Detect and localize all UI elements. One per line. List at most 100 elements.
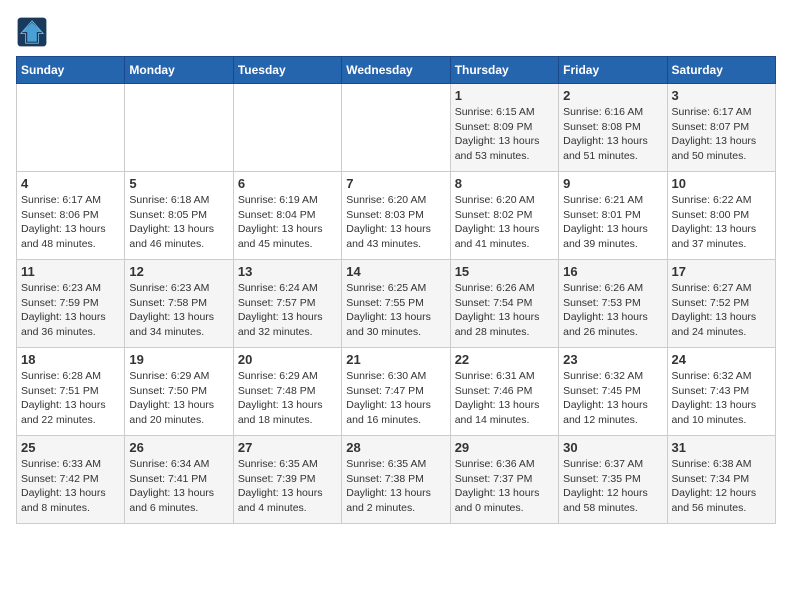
weekday-header: Tuesday (233, 57, 341, 84)
day-number: 27 (238, 440, 337, 455)
day-number: 31 (672, 440, 771, 455)
calendar-cell: 2 Sunrise: 6:16 AM Sunset: 8:08 PM Daylig… (559, 84, 667, 172)
calendar-cell: 31 Sunrise: 6:38 AM Sunset: 7:34 PM Dayli… (667, 436, 775, 524)
calendar-table: SundayMondayTuesdayWednesdayThursdayFrid… (16, 56, 776, 524)
day-info: Sunrise: 6:31 AM Sunset: 7:46 PM Dayligh… (455, 369, 554, 428)
day-info: Sunrise: 6:24 AM Sunset: 7:57 PM Dayligh… (238, 281, 337, 340)
day-number: 7 (346, 176, 445, 191)
day-info: Sunrise: 6:22 AM Sunset: 8:00 PM Dayligh… (672, 193, 771, 252)
day-info: Sunrise: 6:32 AM Sunset: 7:45 PM Dayligh… (563, 369, 662, 428)
calendar-cell: 6 Sunrise: 6:19 AM Sunset: 8:04 PM Daylig… (233, 172, 341, 260)
weekday-header: Thursday (450, 57, 558, 84)
day-info: Sunrise: 6:20 AM Sunset: 8:03 PM Dayligh… (346, 193, 445, 252)
day-info: Sunrise: 6:29 AM Sunset: 7:48 PM Dayligh… (238, 369, 337, 428)
calendar-cell (17, 84, 125, 172)
day-number: 1 (455, 88, 554, 103)
calendar-cell: 14Sunrise: 6:25 AM Sunset: 7:55 PM Dayli… (342, 260, 450, 348)
calendar-cell: 11Sunrise: 6:23 AM Sunset: 7:59 PM Dayli… (17, 260, 125, 348)
weekday-header: Wednesday (342, 57, 450, 84)
calendar-cell: 8 Sunrise: 6:20 AM Sunset: 8:02 PM Daylig… (450, 172, 558, 260)
day-info: Sunrise: 6:36 AM Sunset: 7:37 PM Dayligh… (455, 457, 554, 516)
day-number: 17 (672, 264, 771, 279)
day-info: Sunrise: 6:27 AM Sunset: 7:52 PM Dayligh… (672, 281, 771, 340)
day-number: 21 (346, 352, 445, 367)
day-info: Sunrise: 6:28 AM Sunset: 7:51 PM Dayligh… (21, 369, 120, 428)
weekday-header: Sunday (17, 57, 125, 84)
calendar-cell: 24 Sunrise: 6:32 AM Sunset: 7:43 PM Dayli… (667, 348, 775, 436)
calendar-cell: 29 Sunrise: 6:36 AM Sunset: 7:37 PM Dayli… (450, 436, 558, 524)
weekday-header: Saturday (667, 57, 775, 84)
day-info: Sunrise: 6:29 AM Sunset: 7:50 PM Dayligh… (129, 369, 228, 428)
day-number: 25 (21, 440, 120, 455)
day-info: Sunrise: 6:35 AM Sunset: 7:38 PM Dayligh… (346, 457, 445, 516)
day-info: Sunrise: 6:17 AM Sunset: 8:07 PM Dayligh… (672, 105, 771, 164)
calendar-cell: 27 Sunrise: 6:35 AM Sunset: 7:39 PM Dayli… (233, 436, 341, 524)
day-number: 2 (563, 88, 662, 103)
calendar-cell: 4 Sunrise: 6:17 AM Sunset: 8:06 PM Daylig… (17, 172, 125, 260)
calendar-cell: 17 Sunrise: 6:27 AM Sunset: 7:52 PM Dayli… (667, 260, 775, 348)
calendar-cell: 15 Sunrise: 6:26 AM Sunset: 7:54 PM Dayli… (450, 260, 558, 348)
calendar-week-row: 25 Sunrise: 6:33 AM Sunset: 7:42 PM Dayli… (17, 436, 776, 524)
day-number: 4 (21, 176, 120, 191)
day-info: Sunrise: 6:19 AM Sunset: 8:04 PM Dayligh… (238, 193, 337, 252)
day-info: Sunrise: 6:16 AM Sunset: 8:08 PM Dayligh… (563, 105, 662, 164)
day-number: 26 (129, 440, 228, 455)
calendar-week-row: 11Sunrise: 6:23 AM Sunset: 7:59 PM Dayli… (17, 260, 776, 348)
day-number: 19 (129, 352, 228, 367)
calendar-cell: 26 Sunrise: 6:34 AM Sunset: 7:41 PM Dayli… (125, 436, 233, 524)
day-info: Sunrise: 6:33 AM Sunset: 7:42 PM Dayligh… (21, 457, 120, 516)
day-info: Sunrise: 6:26 AM Sunset: 7:53 PM Dayligh… (563, 281, 662, 340)
calendar-cell: 19 Sunrise: 6:29 AM Sunset: 7:50 PM Dayli… (125, 348, 233, 436)
day-info: Sunrise: 6:17 AM Sunset: 8:06 PM Dayligh… (21, 193, 120, 252)
day-info: Sunrise: 6:23 AM Sunset: 7:59 PM Dayligh… (21, 281, 120, 340)
day-number: 3 (672, 88, 771, 103)
calendar-cell: 12 Sunrise: 6:23 AM Sunset: 7:58 PM Dayli… (125, 260, 233, 348)
day-info: Sunrise: 6:20 AM Sunset: 8:02 PM Dayligh… (455, 193, 554, 252)
calendar-week-row: 1 Sunrise: 6:15 AM Sunset: 8:09 PM Daylig… (17, 84, 776, 172)
calendar-cell: 18 Sunrise: 6:28 AM Sunset: 7:51 PM Dayli… (17, 348, 125, 436)
calendar-cell: 25 Sunrise: 6:33 AM Sunset: 7:42 PM Dayli… (17, 436, 125, 524)
day-number: 15 (455, 264, 554, 279)
day-info: Sunrise: 6:18 AM Sunset: 8:05 PM Dayligh… (129, 193, 228, 252)
day-number: 22 (455, 352, 554, 367)
calendar-week-row: 4 Sunrise: 6:17 AM Sunset: 8:06 PM Daylig… (17, 172, 776, 260)
calendar-header-row: SundayMondayTuesdayWednesdayThursdayFrid… (17, 57, 776, 84)
day-info: Sunrise: 6:30 AM Sunset: 7:47 PM Dayligh… (346, 369, 445, 428)
weekday-header: Monday (125, 57, 233, 84)
calendar-cell: 10Sunrise: 6:22 AM Sunset: 8:00 PM Dayli… (667, 172, 775, 260)
day-info: Sunrise: 6:32 AM Sunset: 7:43 PM Dayligh… (672, 369, 771, 428)
day-info: Sunrise: 6:15 AM Sunset: 8:09 PM Dayligh… (455, 105, 554, 164)
logo (16, 16, 52, 48)
day-number: 12 (129, 264, 228, 279)
day-number: 24 (672, 352, 771, 367)
calendar-cell (342, 84, 450, 172)
logo-icon (16, 16, 48, 48)
day-number: 29 (455, 440, 554, 455)
day-number: 16 (563, 264, 662, 279)
calendar-cell: 5Sunrise: 6:18 AM Sunset: 8:05 PM Daylig… (125, 172, 233, 260)
calendar-cell: 13 Sunrise: 6:24 AM Sunset: 7:57 PM Dayli… (233, 260, 341, 348)
calendar-week-row: 18 Sunrise: 6:28 AM Sunset: 7:51 PM Dayli… (17, 348, 776, 436)
day-info: Sunrise: 6:23 AM Sunset: 7:58 PM Dayligh… (129, 281, 228, 340)
calendar-cell: 1 Sunrise: 6:15 AM Sunset: 8:09 PM Daylig… (450, 84, 558, 172)
calendar-cell: 28 Sunrise: 6:35 AM Sunset: 7:38 PM Dayli… (342, 436, 450, 524)
day-info: Sunrise: 6:37 AM Sunset: 7:35 PM Dayligh… (563, 457, 662, 516)
day-number: 18 (21, 352, 120, 367)
day-info: Sunrise: 6:34 AM Sunset: 7:41 PM Dayligh… (129, 457, 228, 516)
day-info: Sunrise: 6:38 AM Sunset: 7:34 PM Dayligh… (672, 457, 771, 516)
day-info: Sunrise: 6:26 AM Sunset: 7:54 PM Dayligh… (455, 281, 554, 340)
day-number: 23 (563, 352, 662, 367)
day-number: 13 (238, 264, 337, 279)
day-number: 20 (238, 352, 337, 367)
day-number: 6 (238, 176, 337, 191)
calendar-cell: 9 Sunrise: 6:21 AM Sunset: 8:01 PM Daylig… (559, 172, 667, 260)
calendar-cell: 7 Sunrise: 6:20 AM Sunset: 8:03 PM Daylig… (342, 172, 450, 260)
day-info: Sunrise: 6:21 AM Sunset: 8:01 PM Dayligh… (563, 193, 662, 252)
calendar-cell: 22 Sunrise: 6:31 AM Sunset: 7:46 PM Dayli… (450, 348, 558, 436)
calendar-cell: 30Sunrise: 6:37 AM Sunset: 7:35 PM Dayli… (559, 436, 667, 524)
day-number: 8 (455, 176, 554, 191)
day-number: 28 (346, 440, 445, 455)
day-info: Sunrise: 6:35 AM Sunset: 7:39 PM Dayligh… (238, 457, 337, 516)
day-number: 9 (563, 176, 662, 191)
weekday-header: Friday (559, 57, 667, 84)
